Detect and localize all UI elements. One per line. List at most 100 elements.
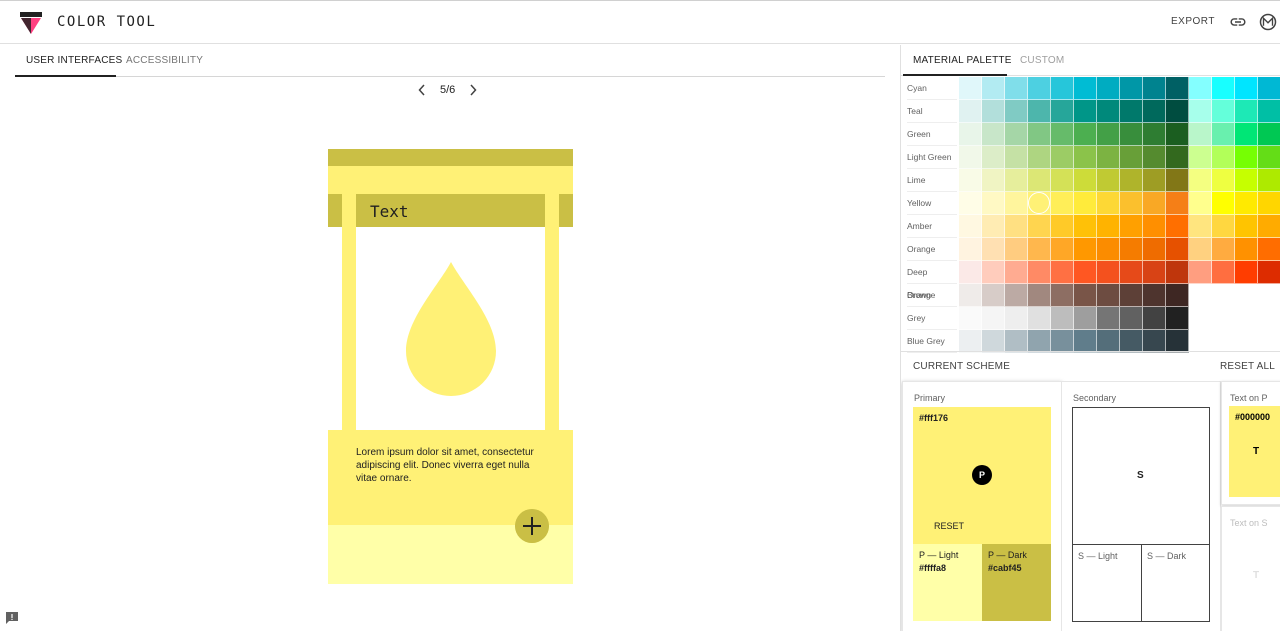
palette-swatch[interactable] bbox=[1097, 123, 1120, 146]
palette-swatch[interactable] bbox=[959, 146, 982, 169]
palette-swatch[interactable] bbox=[1005, 169, 1028, 192]
palette-swatch[interactable] bbox=[1143, 192, 1166, 215]
palette-swatch[interactable] bbox=[1235, 123, 1258, 146]
tab-accessibility[interactable]: ACCESSIBILITY bbox=[126, 55, 203, 66]
secondary-dark-swatch[interactable]: S — Dark bbox=[1141, 544, 1210, 622]
palette-swatch[interactable] bbox=[1212, 146, 1235, 169]
palette-swatch[interactable] bbox=[1166, 77, 1189, 100]
palette-swatch[interactable] bbox=[1120, 261, 1143, 284]
palette-swatch[interactable] bbox=[1235, 238, 1258, 261]
palette-swatch[interactable] bbox=[959, 77, 982, 100]
palette-swatch[interactable] bbox=[1028, 146, 1051, 169]
palette-swatch[interactable] bbox=[1051, 284, 1074, 307]
palette-swatch[interactable] bbox=[1097, 238, 1120, 261]
palette-swatch[interactable] bbox=[982, 146, 1005, 169]
palette-swatch[interactable] bbox=[982, 238, 1005, 261]
palette-swatch[interactable] bbox=[1120, 238, 1143, 261]
palette-swatch[interactable] bbox=[982, 123, 1005, 146]
secondary-swatch[interactable]: S bbox=[1072, 407, 1210, 545]
palette-swatch[interactable] bbox=[1051, 123, 1074, 146]
palette-swatch[interactable] bbox=[1212, 100, 1235, 123]
palette-swatch[interactable] bbox=[1051, 261, 1074, 284]
palette-swatch[interactable] bbox=[982, 100, 1005, 123]
palette-swatch[interactable] bbox=[1166, 215, 1189, 238]
palette-swatch[interactable] bbox=[1051, 169, 1074, 192]
primary-dark-swatch[interactable]: P — Dark #cabf45 bbox=[982, 544, 1051, 621]
palette-swatch[interactable] bbox=[959, 123, 982, 146]
palette-swatch[interactable] bbox=[1074, 261, 1097, 284]
palette-swatch[interactable] bbox=[1097, 261, 1120, 284]
palette-swatch[interactable] bbox=[1166, 307, 1189, 330]
primary-light-swatch[interactable]: P — Light #ffffa8 bbox=[913, 544, 982, 621]
palette-swatch[interactable] bbox=[1212, 238, 1235, 261]
palette-swatch[interactable] bbox=[1005, 192, 1028, 215]
palette-swatch[interactable] bbox=[1235, 192, 1258, 215]
palette-swatch[interactable] bbox=[1028, 261, 1051, 284]
palette-swatch[interactable] bbox=[1005, 100, 1028, 123]
palette-swatch[interactable] bbox=[1028, 123, 1051, 146]
palette-swatch[interactable] bbox=[1051, 215, 1074, 238]
palette-swatch[interactable] bbox=[1212, 261, 1235, 284]
palette-swatch[interactable] bbox=[1258, 146, 1280, 169]
reset-all-button[interactable]: RESET ALL bbox=[1220, 361, 1275, 372]
palette-swatch[interactable] bbox=[1120, 307, 1143, 330]
material-logo-icon[interactable] bbox=[1259, 13, 1277, 31]
palette-swatch[interactable] bbox=[1074, 192, 1097, 215]
palette-swatch[interactable] bbox=[1189, 146, 1212, 169]
palette-swatch[interactable] bbox=[1051, 100, 1074, 123]
palette-swatch[interactable] bbox=[1143, 307, 1166, 330]
tab-custom[interactable]: CUSTOM bbox=[1020, 55, 1064, 66]
palette-swatch[interactable] bbox=[1143, 146, 1166, 169]
palette-swatch[interactable] bbox=[1143, 169, 1166, 192]
palette-swatch[interactable] bbox=[1235, 77, 1258, 100]
palette-swatch[interactable] bbox=[959, 307, 982, 330]
palette-swatch[interactable] bbox=[1028, 192, 1051, 215]
palette-swatch[interactable] bbox=[959, 238, 982, 261]
palette-swatch[interactable] bbox=[1189, 100, 1212, 123]
palette-swatch[interactable] bbox=[1005, 330, 1028, 353]
palette-swatch[interactable] bbox=[1258, 238, 1280, 261]
palette-swatch[interactable] bbox=[982, 192, 1005, 215]
palette-swatch[interactable] bbox=[1005, 215, 1028, 238]
palette-swatch[interactable] bbox=[1097, 169, 1120, 192]
palette-swatch[interactable] bbox=[1143, 284, 1166, 307]
palette-swatch[interactable] bbox=[1028, 215, 1051, 238]
palette-swatch[interactable] bbox=[1235, 215, 1258, 238]
palette-swatch[interactable] bbox=[1097, 215, 1120, 238]
palette-swatch[interactable] bbox=[982, 77, 1005, 100]
palette-swatch[interactable] bbox=[1005, 284, 1028, 307]
palette-swatch[interactable] bbox=[1120, 146, 1143, 169]
palette-swatch[interactable] bbox=[959, 261, 982, 284]
palette-swatch[interactable] bbox=[1005, 146, 1028, 169]
tab-material-palette[interactable]: MATERIAL PALETTE bbox=[913, 55, 1012, 66]
palette-swatch[interactable] bbox=[1074, 215, 1097, 238]
palette-swatch[interactable] bbox=[1143, 123, 1166, 146]
palette-swatch[interactable] bbox=[1189, 77, 1212, 100]
tab-user-interfaces[interactable]: USER INTERFACES bbox=[26, 55, 122, 66]
primary-reset-button[interactable]: RESET bbox=[934, 521, 964, 531]
palette-swatch[interactable] bbox=[982, 307, 1005, 330]
palette-swatch[interactable] bbox=[1028, 330, 1051, 353]
chevron-right-icon[interactable] bbox=[469, 84, 477, 96]
palette-swatch[interactable] bbox=[1189, 261, 1212, 284]
palette-swatch[interactable] bbox=[1120, 77, 1143, 100]
text-on-primary-swatch[interactable]: #000000 T bbox=[1229, 406, 1280, 497]
palette-swatch[interactable] bbox=[1189, 192, 1212, 215]
palette-swatch[interactable] bbox=[1097, 284, 1120, 307]
palette-swatch[interactable] bbox=[982, 284, 1005, 307]
palette-swatch[interactable] bbox=[1189, 123, 1212, 146]
palette-swatch[interactable] bbox=[1097, 146, 1120, 169]
palette-swatch[interactable] bbox=[1074, 146, 1097, 169]
palette-swatch[interactable] bbox=[1097, 307, 1120, 330]
secondary-light-swatch[interactable]: S — Light bbox=[1072, 544, 1142, 622]
palette-swatch[interactable] bbox=[1166, 192, 1189, 215]
palette-swatch[interactable] bbox=[1212, 192, 1235, 215]
palette-swatch[interactable] bbox=[982, 330, 1005, 353]
palette-swatch[interactable] bbox=[1005, 77, 1028, 100]
palette-swatch[interactable] bbox=[1074, 169, 1097, 192]
palette-swatch[interactable] bbox=[1143, 261, 1166, 284]
palette-swatch[interactable] bbox=[1005, 307, 1028, 330]
palette-swatch[interactable] bbox=[982, 261, 1005, 284]
palette-swatch[interactable] bbox=[1258, 100, 1280, 123]
palette-swatch[interactable] bbox=[1189, 238, 1212, 261]
